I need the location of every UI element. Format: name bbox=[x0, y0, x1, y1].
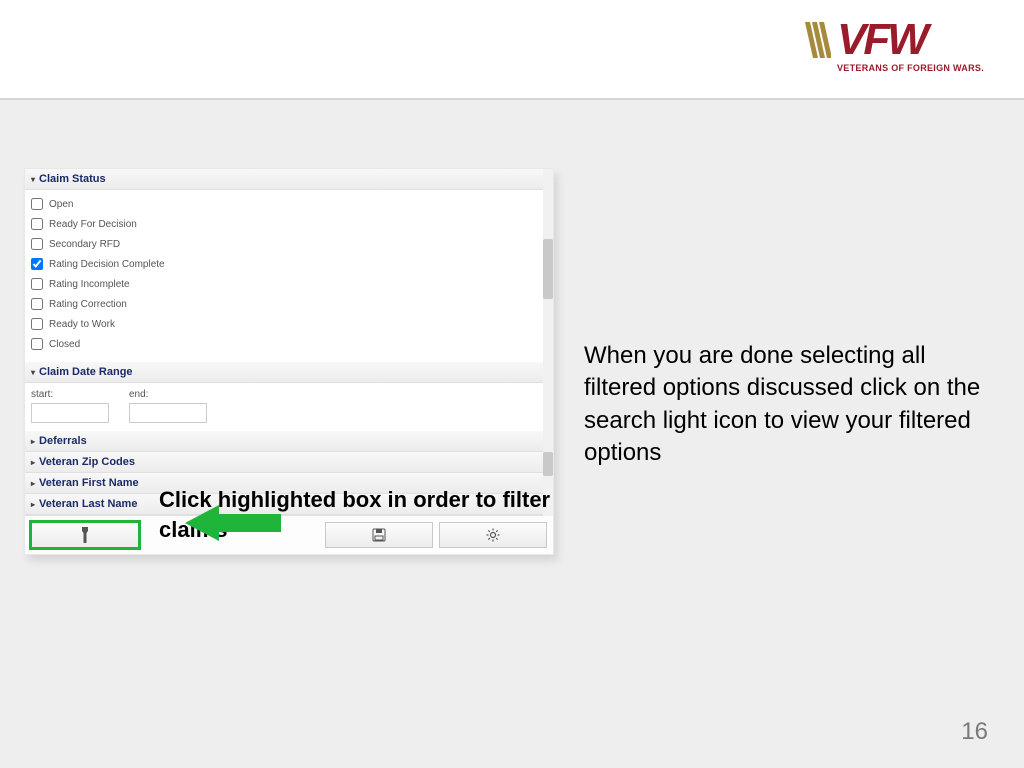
scrollbar-thumb[interactable] bbox=[543, 452, 553, 476]
checkbox-secondary-rfd[interactable]: Secondary RFD bbox=[31, 234, 547, 254]
checkbox-input[interactable] bbox=[31, 298, 43, 310]
checkbox-label: Rating Incomplete bbox=[49, 279, 130, 290]
checkbox-rating-decision-complete[interactable]: Rating Decision Complete bbox=[31, 254, 547, 274]
checkbox-input[interactable] bbox=[31, 278, 43, 290]
checkbox-label: Secondary RFD bbox=[49, 239, 120, 250]
checkbox-rating-correction[interactable]: Rating Correction bbox=[31, 294, 547, 314]
green-arrow-icon bbox=[185, 505, 281, 546]
checkbox-label: Closed bbox=[49, 339, 80, 350]
slide-header: VFW VETERANS OF FOREIGN WARS. bbox=[0, 0, 1024, 100]
claim-status-header[interactable]: Claim Status bbox=[25, 169, 553, 190]
checkbox-input[interactable] bbox=[31, 318, 43, 330]
checkbox-label: Open bbox=[49, 199, 73, 210]
checkbox-label: Ready to Work bbox=[49, 319, 115, 330]
checkbox-ready-for-decision[interactable]: Ready For Decision bbox=[31, 214, 547, 234]
checkbox-closed[interactable]: Closed bbox=[31, 334, 547, 354]
end-label: end: bbox=[129, 389, 207, 400]
checkbox-open[interactable]: Open bbox=[31, 194, 547, 214]
instruction-text: When you are done selecting all filtered… bbox=[584, 340, 984, 470]
page-number: 16 bbox=[961, 718, 988, 746]
section-title: Veteran Zip Codes bbox=[39, 456, 135, 468]
checkbox-rating-incomplete[interactable]: Rating Incomplete bbox=[31, 274, 547, 294]
checkbox-label: Rating Decision Complete bbox=[49, 259, 165, 270]
logo-stripes-icon bbox=[805, 22, 831, 58]
end-date-input[interactable] bbox=[129, 403, 207, 423]
checkbox-label: Ready For Decision bbox=[49, 219, 137, 230]
veteran-zip-header[interactable]: Veteran Zip Codes bbox=[25, 452, 553, 473]
filter-panel-screenshot: Claim Status Open Ready For Decision Sec… bbox=[24, 168, 554, 555]
scrollbar-thumb[interactable] bbox=[543, 239, 553, 299]
section-title: Veteran Last Name bbox=[39, 498, 137, 510]
checkbox-ready-to-work[interactable]: Ready to Work bbox=[31, 314, 547, 334]
section-title: Deferrals bbox=[39, 435, 87, 447]
claim-date-range-body: start: end: bbox=[25, 383, 553, 431]
search-button[interactable] bbox=[31, 522, 139, 548]
checkbox-input[interactable] bbox=[31, 238, 43, 250]
checkbox-input[interactable] bbox=[31, 338, 43, 350]
vfw-logo: VFW VETERANS OF FOREIGN WARS. bbox=[805, 22, 984, 73]
section-title: Claim Status bbox=[39, 173, 106, 185]
deferrals-header[interactable]: Deferrals bbox=[25, 431, 553, 452]
logo-subtitle: VETERANS OF FOREIGN WARS. bbox=[837, 63, 984, 73]
logo-letter: VFW bbox=[837, 22, 926, 57]
checkbox-input[interactable] bbox=[31, 198, 43, 210]
checkbox-input[interactable] bbox=[31, 258, 43, 270]
claim-status-body: Open Ready For Decision Secondary RFD Ra… bbox=[25, 190, 553, 362]
section-title: Claim Date Range bbox=[39, 366, 133, 378]
start-date-input[interactable] bbox=[31, 403, 109, 423]
checkbox-label: Rating Correction bbox=[49, 299, 127, 310]
claim-date-range-header[interactable]: Claim Date Range bbox=[25, 362, 553, 383]
start-label: start: bbox=[31, 389, 109, 400]
scrollbar-track[interactable] bbox=[543, 169, 553, 516]
checkbox-input[interactable] bbox=[31, 218, 43, 230]
slide-body: Claim Status Open Ready For Decision Sec… bbox=[0, 100, 1024, 768]
section-title: Veteran First Name bbox=[39, 477, 139, 489]
flashlight-icon bbox=[79, 527, 91, 543]
